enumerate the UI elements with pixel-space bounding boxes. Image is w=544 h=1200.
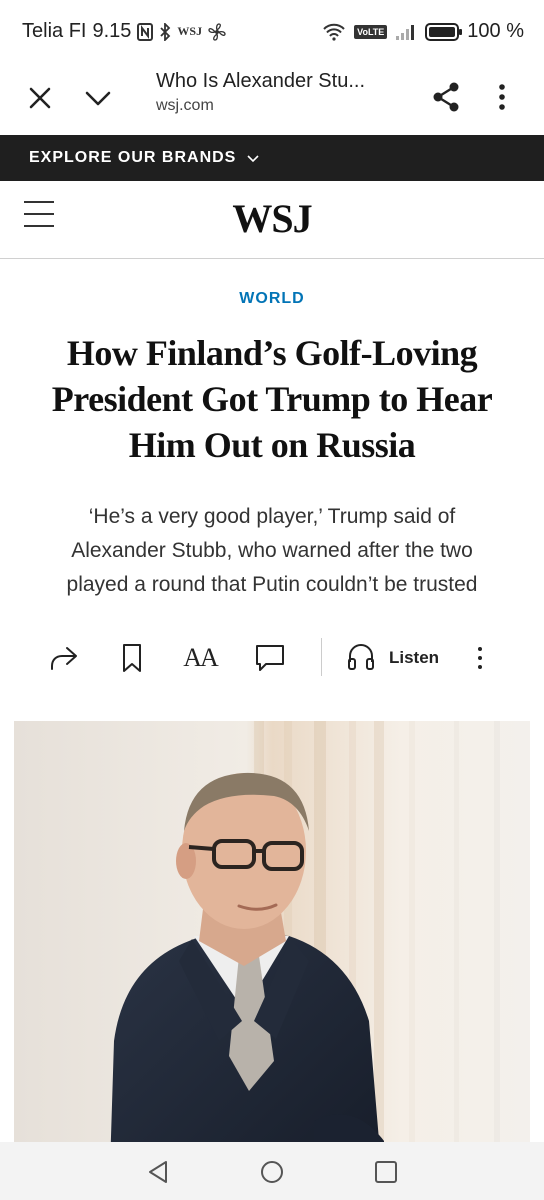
listen-label: Listen [389,648,440,667]
battery-label: 100 % [467,20,524,42]
back-icon[interactable] [144,1158,172,1186]
site-header: WSJ [0,181,544,259]
system-nav-bar [0,1142,544,1200]
more-vert-icon[interactable] [490,80,514,114]
signal-icon [395,23,417,41]
wifi-icon [322,23,346,41]
share-icon[interactable] [430,80,462,114]
font-size-label: AA [183,643,219,672]
tools-divider [321,638,322,676]
home-icon[interactable] [258,1158,286,1186]
carrier-label: Telia FI [22,20,87,42]
nfc-icon [137,22,154,41]
explore-brands-label: EXPLORE OUR BRANDS [29,149,237,166]
more-options-icon[interactable] [462,640,498,676]
status-left: Telia FI 9.15 WSJ [22,20,226,43]
article-tools: AA Listen [0,636,544,680]
portrait-illustration [14,721,530,1200]
chevron-down-icon [246,151,260,165]
wsj-logo[interactable]: WSJ [0,195,544,242]
headphones-icon [345,640,377,677]
recents-icon[interactable] [372,1158,400,1186]
share-arrow-icon[interactable] [46,640,82,676]
font-size-icon[interactable]: AA [182,640,219,676]
fan-icon [208,22,226,41]
bookmark-icon[interactable] [114,640,150,676]
wsj-notification-icon: WSJ [177,24,203,38]
comment-icon[interactable] [252,640,288,676]
status-right: VoLTE 100 % [322,20,524,43]
hero-photo[interactable] [14,721,530,1200]
custom-tab-toolbar: Who Is Alexander Stu... wsj.com [0,62,544,134]
chevron-down-icon[interactable] [82,82,114,114]
close-icon[interactable] [24,82,56,114]
section-label[interactable]: WORLD [0,290,544,308]
status-bar: Telia FI 9.15 WSJ VoLTE 100 % [0,0,544,62]
bluetooth-icon [159,22,171,41]
volte-badge: VoLTE [354,24,388,39]
article-headline: How Finland’s Golf-Loving President Got … [51,333,493,465]
page-title: Who Is Alexander Stu... [156,70,365,92]
status-time: 9.15 [92,20,132,42]
battery-icon [425,22,463,41]
listen-button[interactable]: Listen [345,640,439,676]
tab-title-block[interactable]: Who Is Alexander Stu... wsj.com [156,70,406,115]
explore-brands-bar[interactable]: EXPLORE OUR BRANDS [0,135,544,181]
article-dek: ‘He’s a very good player,’ Trump said of… [66,505,478,596]
page-url: wsj.com [156,97,214,114]
